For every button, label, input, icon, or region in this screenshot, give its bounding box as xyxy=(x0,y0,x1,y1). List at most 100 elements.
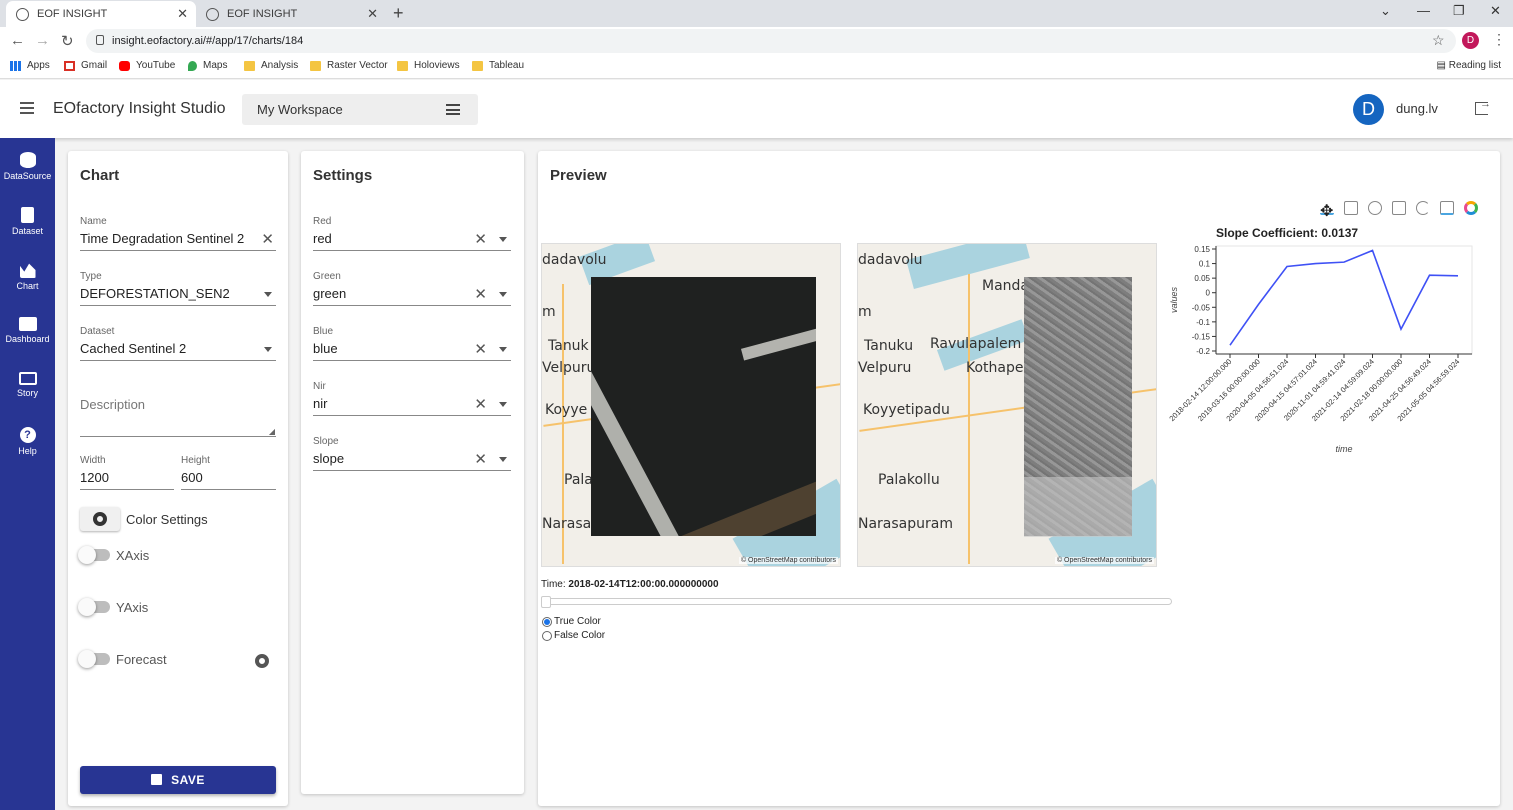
type-select[interactable]: Type DEFORESTATION_SEN2 xyxy=(80,271,276,306)
bookmark-label: Raster Vector xyxy=(327,60,388,71)
nir-band-select[interactable]: Nir nir ✕ xyxy=(313,381,511,416)
true-color-radio[interactable] xyxy=(542,617,552,627)
dataset-label: Dataset xyxy=(80,326,115,337)
youtube-icon xyxy=(119,60,130,71)
green-band-select[interactable]: Green green ✕ xyxy=(313,271,511,306)
time-value: 2018-02-14T12:00:00.000000000 xyxy=(568,579,719,590)
clear-icon[interactable]: ✕ xyxy=(474,340,487,358)
username[interactable]: dung.lv xyxy=(1396,101,1438,116)
y-tick-label: -0.15 xyxy=(1192,332,1211,341)
time-slider[interactable] xyxy=(541,596,1172,608)
color-settings-button[interactable] xyxy=(80,507,120,531)
new-tab-button[interactable]: + xyxy=(393,3,404,24)
bokeh-logo-icon[interactable] xyxy=(1464,201,1478,215)
bookmark-raster-vector[interactable]: Raster Vector xyxy=(310,60,388,71)
sidebar-item-chart[interactable]: Chart xyxy=(0,262,55,312)
close-tab-icon[interactable]: ✕ xyxy=(367,6,378,22)
slope-value: slope xyxy=(313,451,345,466)
reset-icon[interactable] xyxy=(1416,201,1430,215)
menu-icon[interactable] xyxy=(20,102,34,114)
reload-icon[interactable]: ↻ xyxy=(61,32,74,50)
map-label: Pala xyxy=(564,472,593,488)
close-window-button[interactable]: ✕ xyxy=(1490,3,1501,19)
clear-icon[interactable]: ✕ xyxy=(474,230,487,248)
minimize-button[interactable]: — xyxy=(1417,3,1430,18)
back-icon[interactable]: ← xyxy=(10,32,25,49)
close-tab-icon[interactable]: ✕ xyxy=(177,6,188,22)
restore-button[interactable]: ❐ xyxy=(1453,3,1465,19)
road xyxy=(968,274,970,564)
sidebar-item-dashboard[interactable]: Dashboard xyxy=(0,317,55,367)
tab-search-icon[interactable]: ⌄ xyxy=(1380,3,1391,19)
red-band-select[interactable]: Red red ✕ xyxy=(313,216,511,251)
dropdown-arrow-icon[interactable] xyxy=(499,237,507,242)
sidebar-item-help[interactable]: ? Help xyxy=(0,427,55,477)
y-ticks: 0.15 0.1 0.05 0 -0.05 -0.1 -0.15 -0.2 xyxy=(1192,245,1216,356)
true-color-map[interactable]: dadavolu m Tanuk Velpuru Koyye Pala Nara… xyxy=(541,243,841,567)
gmail-icon xyxy=(64,60,75,71)
clear-icon[interactable]: ✕ xyxy=(261,230,274,248)
sidebar-item-datasource[interactable]: DataSource xyxy=(0,152,55,202)
list-icon[interactable] xyxy=(446,104,460,115)
workspace-selector[interactable]: My Workspace xyxy=(242,94,478,125)
bookmark-star-icon[interactable]: ☆ xyxy=(1432,32,1445,49)
blue-band-select[interactable]: Blue blue ✕ xyxy=(313,326,511,361)
pan-icon[interactable]: ✥ xyxy=(1320,201,1334,220)
slope-map[interactable]: dadavolu Manda m Tanuku Ravulapalem Velp… xyxy=(857,243,1157,567)
dropdown-arrow-icon[interactable] xyxy=(264,292,272,297)
save-icon[interactable] xyxy=(1392,201,1406,215)
forecast-toggle[interactable] xyxy=(78,650,110,668)
bookmark-holoviews[interactable]: Holoviews xyxy=(397,60,460,71)
sidebar-item-dataset[interactable]: Dataset xyxy=(0,207,55,257)
bookmark-youtube[interactable]: YouTube xyxy=(119,60,175,71)
logout-icon[interactable] xyxy=(1475,98,1491,115)
browser-tab-active[interactable]: EOF INSIGHT ✕ xyxy=(6,1,196,27)
yaxis-toggle[interactable] xyxy=(78,598,110,616)
slider-handle[interactable] xyxy=(541,596,551,608)
clear-icon[interactable]: ✕ xyxy=(474,395,487,413)
dropdown-arrow-icon[interactable] xyxy=(499,347,507,352)
bookmark-tableau[interactable]: Tableau xyxy=(472,60,524,71)
dropdown-arrow-icon[interactable] xyxy=(499,402,507,407)
forward-icon[interactable]: → xyxy=(35,32,50,49)
preview-panel-title: Preview xyxy=(550,167,607,184)
height-field[interactable]: Height 600 xyxy=(181,455,276,490)
reading-list[interactable]: ▤ Reading list xyxy=(1437,60,1502,71)
browser-menu-icon[interactable]: ⋮ xyxy=(1492,31,1506,48)
browser-tab[interactable]: EOF INSIGHT ✕ xyxy=(196,1,386,27)
sidebar-item-label: Help xyxy=(18,446,37,456)
xaxis-toggle[interactable] xyxy=(78,546,110,564)
clear-icon[interactable]: ✕ xyxy=(474,285,487,303)
slope-raster-image xyxy=(1024,277,1132,537)
bookmark-analysis[interactable]: Analysis xyxy=(244,60,298,71)
hover-icon[interactable] xyxy=(1440,201,1454,215)
maps-pin-icon xyxy=(188,60,197,71)
url-field[interactable]: insight.eofactory.ai/#/app/17/charts/184 xyxy=(86,29,1456,53)
bookmark-maps[interactable]: Maps xyxy=(188,60,227,71)
map-attribution[interactable]: © OpenStreetMap contributors xyxy=(1054,557,1154,564)
dataset-select[interactable]: Dataset Cached Sentinel 2 xyxy=(80,326,276,361)
map-attribution[interactable]: © OpenStreetMap contributors xyxy=(738,557,838,564)
forecast-settings-gear-icon[interactable] xyxy=(255,654,269,668)
user-avatar[interactable]: D xyxy=(1353,94,1384,125)
description-field[interactable]: Description ◢ xyxy=(80,395,276,437)
dropdown-arrow-icon[interactable] xyxy=(499,457,507,462)
bookmark-gmail[interactable]: Gmail xyxy=(64,60,107,71)
false-color-radio[interactable] xyxy=(542,631,552,641)
box-zoom-icon[interactable] xyxy=(1344,201,1358,215)
width-field[interactable]: Width 1200 xyxy=(80,455,174,490)
name-field[interactable]: Name Time Degradation Sentinel 2 ✕ xyxy=(80,216,276,251)
dropdown-arrow-icon[interactable] xyxy=(499,292,507,297)
sidebar-item-story[interactable]: Story xyxy=(0,372,55,422)
dropdown-arrow-icon[interactable] xyxy=(264,347,272,352)
wheel-zoom-icon[interactable] xyxy=(1368,201,1382,215)
bookmark-apps[interactable]: Apps xyxy=(10,60,50,71)
time-display: Time: 2018-02-14T12:00:00.000000000 xyxy=(541,579,719,590)
clear-icon[interactable]: ✕ xyxy=(474,450,487,468)
profile-avatar[interactable]: D xyxy=(1462,32,1479,49)
resize-handle-icon[interactable]: ◢ xyxy=(269,427,275,436)
app-title: EOfactory Insight Studio xyxy=(53,100,226,117)
save-button[interactable]: SAVE xyxy=(80,766,276,794)
slope-band-select[interactable]: Slope slope ✕ xyxy=(313,436,511,471)
nir-value: nir xyxy=(313,396,328,411)
